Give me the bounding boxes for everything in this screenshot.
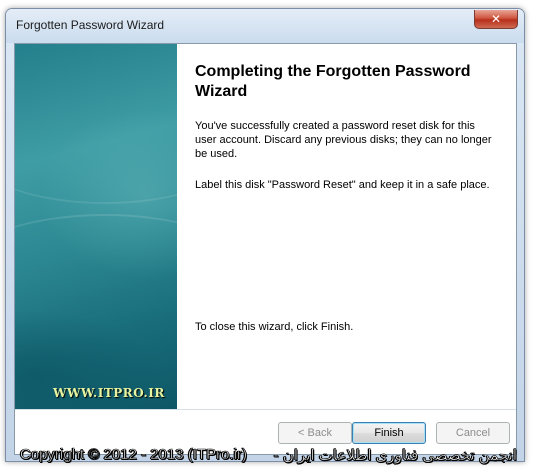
close-icon: ✕ [490, 12, 502, 26]
title-bar[interactable]: Forgotten Password Wizard ✕ [6, 9, 524, 43]
back-button[interactable]: < Back [278, 422, 352, 444]
site-watermark: WWW.ITPRO.IR [53, 386, 165, 400]
cancel-button[interactable]: Cancel [436, 422, 510, 444]
wizard-window: Forgotten Password Wizard ✕ WWW.ITPRO.IR… [5, 8, 525, 462]
button-separator [15, 409, 516, 410]
finish-button[interactable]: Finish [352, 422, 426, 444]
success-message: You've successfully created a password r… [195, 120, 492, 160]
wizard-heading: Completing the Forgotten Password Wizard [195, 63, 471, 100]
wizard-client-area: WWW.ITPRO.IR Completing the Forgotten Pa… [14, 43, 517, 455]
close-button[interactable]: ✕ [474, 10, 518, 29]
label-instruction: Label this disk "Password Reset" and kee… [195, 179, 490, 191]
banner-wave [15, 214, 177, 334]
banner-wave [15, 104, 177, 204]
footer-watermark: Copyright © 2012 - 2013 (ITPro.ir) انجمن… [0, 446, 537, 472]
window-title: Forgotten Password Wizard [16, 18, 165, 32]
wizard-side-banner: WWW.ITPRO.IR [15, 44, 177, 409]
forum-name-text: انجمن تخصصی فناوری اطلاعات ایران - [273, 447, 517, 465]
wizard-content: Completing the Forgotten Password Wizard… [195, 62, 495, 192]
close-instruction: To close this wizard, click Finish. [195, 321, 354, 333]
copyright-text: Copyright © 2012 - 2013 (ITPro.ir) [20, 446, 248, 463]
